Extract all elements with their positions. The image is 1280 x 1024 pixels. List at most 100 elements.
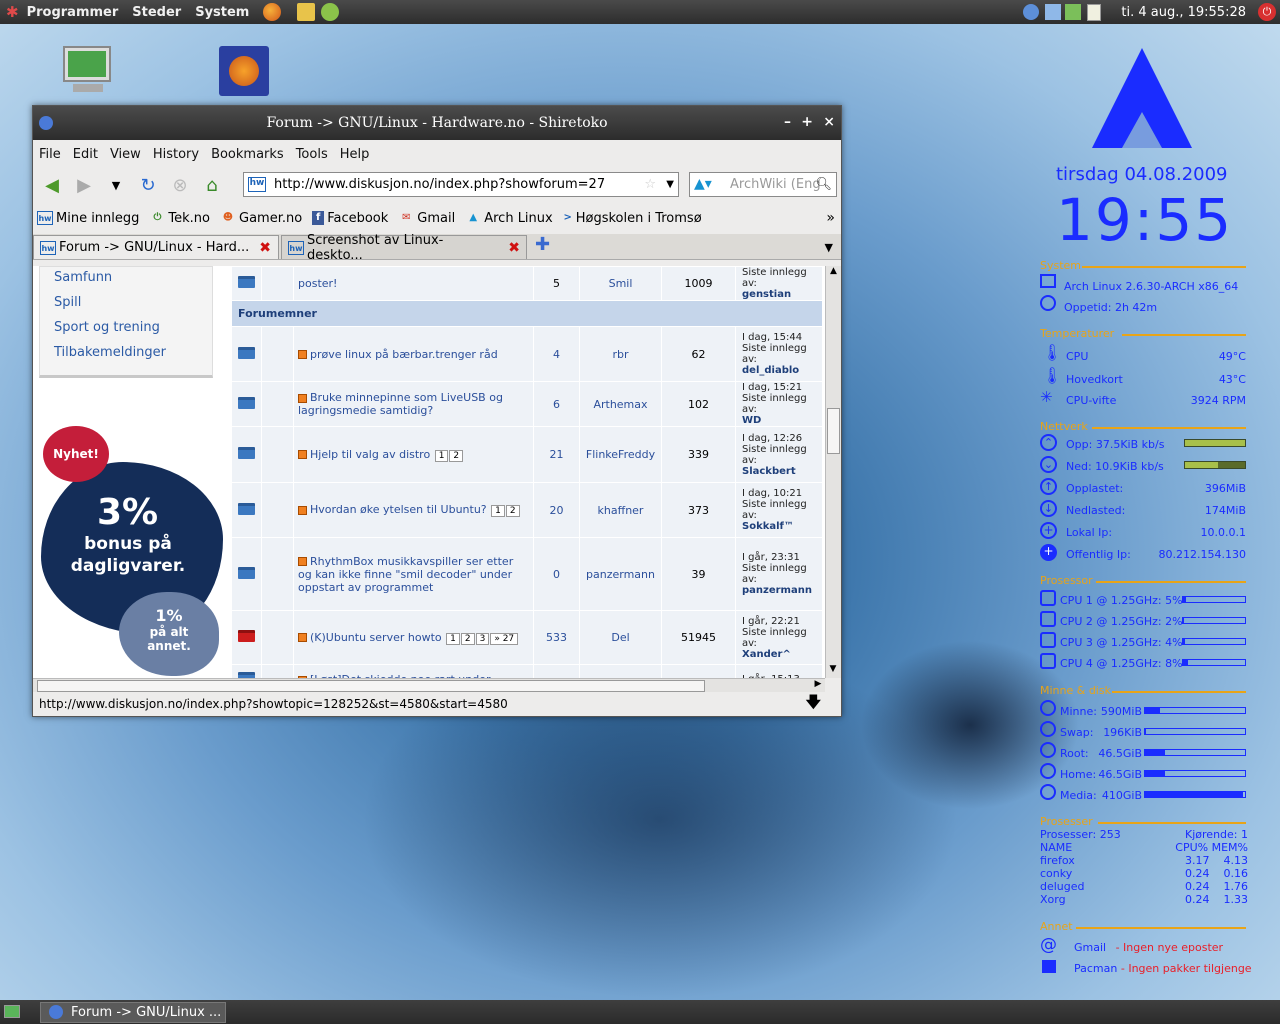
new-post-icon[interactable] [298,505,307,515]
new-post-icon[interactable] [298,393,307,403]
tab-list-icon[interactable]: ▼ [825,241,833,254]
last-poster-link[interactable]: panzermann [742,585,812,596]
last-poster-link[interactable]: Sokkalf™ [742,521,794,532]
page-link[interactable]: 1 [491,505,505,517]
minimize-button[interactable]: – [784,114,791,130]
menu-history[interactable]: History [153,147,199,162]
home-icon[interactable]: ⌂ [199,172,225,198]
page-link[interactable]: » 27 [490,632,519,645]
reload-icon[interactable]: ↻ [135,172,161,198]
author-cell[interactable]: panzermann [579,537,662,611]
clipboard-icon[interactable] [1087,3,1102,21]
network-icon[interactable] [1023,4,1040,20]
page-link[interactable]: 1 [446,632,460,645]
audacity-desktop-icon[interactable] [219,46,269,96]
scroll-right-icon[interactable]: ▶ [811,679,825,689]
bookmark-gamer[interactable]: ☻ Gamer.no [220,211,302,226]
search-icon[interactable]: 🔍︎ [815,177,832,192]
scroll-up-icon[interactable]: ▲ [826,266,841,280]
author-cell[interactable]: khaffner [579,482,662,538]
vertical-scrollbar[interactable]: ▲ ▼ [825,266,841,678]
menu-tools[interactable]: Tools [296,147,328,162]
bookmark-mine-innlegg[interactable]: hw Mine innlegg [37,211,139,226]
topic-link[interactable]: poster! [298,277,337,290]
archwiki-engine-icon[interactable]: ▲▾ [694,176,712,192]
menu-system[interactable]: System [195,5,249,20]
topic-link[interactable]: Bruke minnepinne som LiveUSB og lagrings… [298,391,503,417]
author-cell[interactable]: rbr [579,326,662,382]
menu-programmer[interactable]: Programmer [27,5,119,20]
category-link[interactable]: Spill [40,292,212,317]
search-box[interactable]: ▲▾ ArchWiki (Eng 🔍︎ [689,172,837,197]
menu-steder[interactable]: Steder [132,5,181,20]
url-dropdown-icon[interactable]: ▼ [666,179,674,190]
bookmark-facebook[interactable]: f Facebook [312,211,388,226]
bookmarks-overflow-icon[interactable]: » [826,210,835,226]
tab-screenshot[interactable]: hw Screenshot av Linux-deskto... ✖ [281,233,527,263]
menu-file[interactable]: File [39,147,61,162]
new-tab-icon[interactable]: ✚ [535,234,550,255]
scroll-thumb[interactable] [827,408,840,454]
last-poster-link[interactable]: Slackbert [742,466,796,477]
spotify-launcher-icon[interactable] [321,3,340,21]
new-post-icon[interactable] [298,633,307,642]
url-bar[interactable]: hw http://www.diskusjon.no/index.php?sho… [243,172,679,197]
page-link[interactable]: 2 [460,632,475,645]
window-titlebar[interactable]: Forum -> GNU/Linux - Hardware.no - Shire… [33,106,841,140]
firefox-launcher-icon[interactable] [263,3,282,21]
menu-bookmarks[interactable]: Bookmarks [211,147,284,162]
new-post-icon[interactable] [298,350,307,359]
tab-close-icon[interactable]: ✖ [508,240,520,256]
bookmark-hogskolen[interactable]: > Høgskolen i Tromsø [563,211,702,226]
search-input[interactable]: ArchWiki (Eng [730,177,821,192]
author-cell[interactable] [579,664,662,678]
author-cell[interactable]: FlinkeFreddy [579,426,662,483]
last-poster-link[interactable]: WD [742,415,761,426]
tab-forum[interactable]: hw Forum -> GNU/Linux - Hard... ✖ [33,235,279,259]
bookmark-gmail[interactable]: ✉ Gmail [398,211,455,226]
clock[interactable]: ti. 4 aug., 19:55:28 [1121,5,1246,20]
category-link[interactable]: Samfunn [40,267,212,292]
bookmark-tek[interactable]: ⏻ Tek.no [149,211,210,226]
page-link[interactable]: 1 [434,449,449,462]
close-button[interactable]: × [823,114,835,130]
bookmark-arch-linux[interactable]: ▲ Arch Linux [465,211,552,226]
topic-link[interactable]: Hvordan øke ytelsen til Ubuntu? [310,503,487,516]
horizontal-scrollbar[interactable]: ▶ [33,678,825,693]
category-link[interactable]: Sport og trening [40,317,212,342]
new-post-icon[interactable] [298,557,307,566]
author-cell[interactable]: Arthemax [579,381,662,427]
tray-icon[interactable] [1065,4,1082,20]
menu-view[interactable]: View [110,147,141,162]
scroll-thumb[interactable] [37,680,705,692]
page-link[interactable]: 2 [449,449,464,462]
author-cell[interactable]: Smil [579,266,662,301]
author-cell[interactable]: Del [579,610,662,665]
category-link[interactable]: Tilbakemeldinger [40,342,212,367]
history-dropdown-icon[interactable]: ▼ [103,172,129,198]
page-link[interactable]: 3 [475,632,490,645]
menu-help[interactable]: Help [340,147,370,162]
menu-edit[interactable]: Edit [73,147,98,162]
folder-launcher-icon[interactable] [297,3,316,21]
advertisement[interactable]: Nyhet! 3% bonus på dagligvarer. 1% på al… [33,416,231,678]
topic-link[interactable]: RhythmBox musikkavspiller ser etter og k… [298,555,513,594]
new-post-icon[interactable] [298,450,307,459]
page-link[interactable]: 2 [505,505,520,517]
tab-close-icon[interactable]: ✖ [259,240,271,256]
forward-arrow-icon[interactable]: ▶ [71,172,97,198]
topic-link[interactable]: (K)Ubuntu server howto [310,631,442,644]
maximize-button[interactable]: + [801,114,813,130]
last-poster-link[interactable]: genstian [742,289,791,300]
topic-link[interactable]: Hjelp til valg av distro [310,448,430,461]
back-arrow-icon[interactable]: ◀ [39,172,65,198]
power-icon[interactable]: ⏻ [1258,3,1276,21]
show-desktop-icon[interactable] [4,1005,20,1018]
last-poster-link[interactable]: del_diablo [742,365,799,376]
tray-icon[interactable] [1045,4,1062,20]
download-arrow-icon[interactable]: 🡇 [806,692,821,717]
bookmark-star-icon[interactable]: ☆ [644,177,656,192]
scroll-down-icon[interactable]: ▼ [826,664,840,678]
stop-icon[interactable]: ⊗ [167,172,193,198]
topic-link[interactable]: prøve linux på bærbar.trenger råd [310,348,498,361]
